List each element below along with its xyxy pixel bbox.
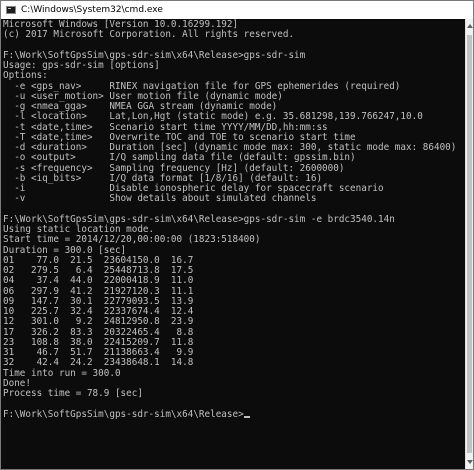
console-line: (c) 2017 Microsoft Corporation. All righ… (3, 29, 295, 41)
console-line: Options: (3, 70, 48, 82)
console-line: Usage: gps-sdr-sim [options] (3, 60, 160, 71)
console-line: 32 42.4 24.2 23438648.1 14.8 (3, 357, 194, 369)
scroll-up-arrow-icon[interactable] (467, 24, 473, 28)
cmd-window: C:\Windows\System32\cmd.exe Microsoft Wi… (0, 0, 474, 470)
console-output[interactable]: Microsoft Windows [Version 10.0.16299.19… (1, 19, 465, 469)
scroll-down-arrow-icon[interactable] (467, 460, 473, 464)
console-line: -o <output> I/Q sampling data file (defa… (3, 152, 356, 164)
cmd-console-icon (6, 6, 16, 14)
vertical-scrollbar[interactable] (465, 19, 473, 469)
console-line: F:\Work\SoftGpsSim\gps-sdr-sim\x64\Relea… (3, 409, 465, 420)
console-line: 12 301.0 9.2 24812950.8 23.9 (3, 316, 194, 328)
console-line: 04 37.4 44.0 22000418.9 11.0 (3, 275, 194, 287)
console-line: Time into run = 300.0 (3, 367, 121, 379)
window-title: C:\Windows\System32\cmd.exe (21, 5, 163, 15)
console-line: -v Show details about simulated channels (3, 193, 317, 205)
text-cursor (243, 415, 250, 418)
console-line: Start time = 2014/12/20,00:00:00 (1823:5… (3, 234, 261, 246)
console-line: Process time = 78.9 [sec] (3, 388, 143, 399)
console-line: -l <location> Lat,Lon,Hgt (static mode) … (3, 111, 423, 123)
title-bar[interactable]: C:\Windows\System32\cmd.exe (1, 1, 473, 19)
scrollbar-thumb[interactable] (467, 35, 472, 453)
